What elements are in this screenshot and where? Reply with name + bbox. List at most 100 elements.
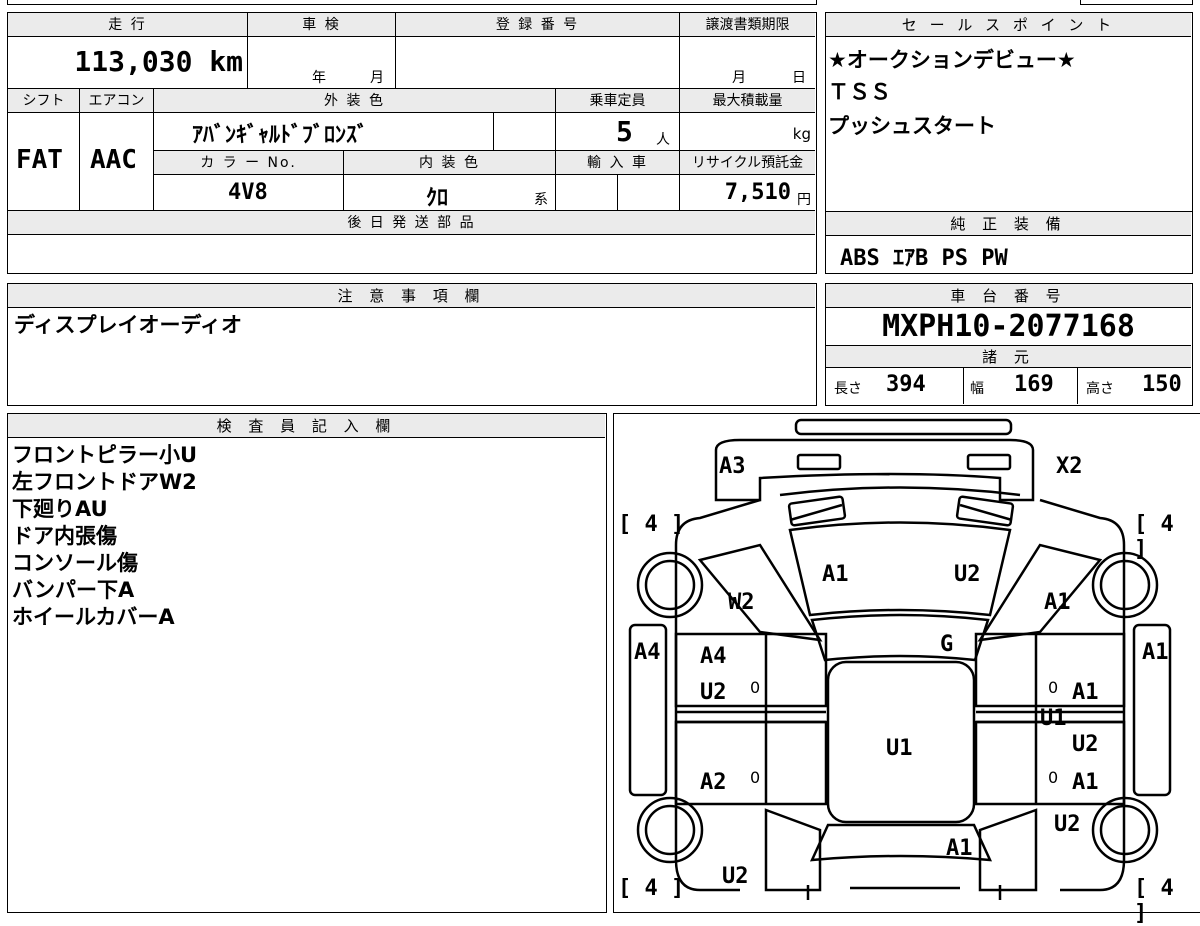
mark-w2: W2 xyxy=(728,590,755,615)
front-light-right xyxy=(966,453,1011,470)
tire-mark-rear-left: [ 4 ] xyxy=(618,876,685,901)
capacity-unit: 人 xyxy=(656,132,670,148)
mark-rear-u2: U2 xyxy=(722,864,749,889)
inspector-box: 検 査 員 記 入 欄 フロントピラー小U 左フロントドアW2 下廻りAU ドア… xyxy=(7,413,607,913)
interior-color-label: 内 装 色 xyxy=(344,151,556,175)
spec-width: 幅 169 xyxy=(964,368,1078,404)
mark-pillar-u1: U1 xyxy=(1040,706,1067,731)
right-rear-door xyxy=(974,720,1125,805)
mileage-value: 113,030 km xyxy=(8,37,248,89)
registration-label: 登 録 番 号 xyxy=(396,13,680,37)
capacity-value: 5 人 xyxy=(556,113,680,151)
max-load-value: kg xyxy=(680,113,815,151)
right-rear-quarter xyxy=(978,807,1037,891)
recycle-value: 7,510 円 xyxy=(680,175,815,211)
damage-diagram: A3 X2 [ 4 ] [ 4 ] A1 U2 W2 A1 G A4 A1 A4… xyxy=(613,413,1200,926)
mark-right-fender-a1: A1 xyxy=(1044,590,1071,615)
mark-right-skirt-a1: A1 xyxy=(1142,640,1169,665)
equipment-box: 純 正 装 備 ABS ｴｱB PS PW xyxy=(825,212,1193,274)
interior-color-value: ｸﾛ 系 xyxy=(344,175,556,211)
aircon-label: エアコン xyxy=(80,89,154,113)
front-light-left xyxy=(796,453,841,470)
tire-rear-left xyxy=(636,796,703,863)
shift-value: FAT xyxy=(8,113,80,211)
transfer-day-unit: 日 xyxy=(792,70,806,86)
inspector-label: 検 査 員 記 入 欄 xyxy=(8,414,605,438)
mark-left-skirt-a4: A4 xyxy=(634,640,661,665)
import-value xyxy=(556,175,618,211)
sales-points-label: セ ー ル ス ポ イ ン ト xyxy=(826,13,1191,37)
inspector-line-3: 下廻りAU xyxy=(12,497,108,521)
sales-point-3: プッシュスタート xyxy=(828,114,996,138)
registration-value xyxy=(396,37,680,89)
tire-rear-left-inner xyxy=(644,804,695,855)
mark-hood-u2: U2 xyxy=(954,562,981,587)
color-no-value: 4V8 xyxy=(154,175,344,211)
inspection-label: 車 検 xyxy=(248,13,396,37)
tire-mark-rear-right: [ 4 ] xyxy=(1134,876,1174,926)
spec-width-value: 169 xyxy=(1014,372,1054,397)
recycle-unit: 円 xyxy=(797,192,811,208)
tire-front-left xyxy=(636,551,703,618)
windshield xyxy=(809,613,990,661)
grille-2 xyxy=(789,503,1012,521)
inspection-month-unit: 月 xyxy=(370,70,384,86)
import-label: 輸 入 車 xyxy=(556,151,680,175)
inspector-line-7: ホイールカバーA xyxy=(12,605,175,629)
top-edge-strip xyxy=(7,0,817,5)
left-fender xyxy=(697,543,822,642)
transfer-deadline-value: 月 日 xyxy=(680,37,815,89)
import-value-2 xyxy=(618,175,680,211)
mark-front-right-door-a1: A1 xyxy=(1072,680,1099,705)
sales-point-1: ★オークションデビュー★ xyxy=(828,48,1076,72)
mark-front-left-door-a4: A4 xyxy=(700,644,727,669)
chassis-number: MXPH10-2077168 xyxy=(826,308,1191,346)
spec-width-label: 幅 xyxy=(970,381,984,397)
inspector-line-2: 左フロントドアW2 xyxy=(12,470,197,494)
exterior-color-value: ｱﾊﾞﾝｷﾞｬﾙﾄﾞﾌﾞﾛﾝｽﾞ xyxy=(154,113,494,151)
mark-zero-4: 0 xyxy=(1048,768,1059,787)
notes-box: 注 意 事 項 欄 ディスプレイオーディオ xyxy=(7,283,817,406)
spec-length-value: 394 xyxy=(886,372,926,397)
spec-length: 長さ 394 xyxy=(826,368,964,404)
mark-zero-3: 0 xyxy=(750,768,761,787)
mark-rear-left-door-a2: A2 xyxy=(700,770,727,795)
mark-roof-u1: U1 xyxy=(886,736,913,761)
spec-length-label: 長さ xyxy=(834,381,862,397)
aircon-value: AAC xyxy=(80,113,154,211)
capacity-label: 乗車定員 xyxy=(556,89,680,113)
equipment-label: 純 正 装 備 xyxy=(826,212,1191,236)
interior-color-suffix: 系 xyxy=(534,192,548,208)
color-no-label: カ ラ ー No. xyxy=(154,151,344,175)
mark-zero-2: 0 xyxy=(1048,678,1059,697)
mark-rear-right-door-a1: A1 xyxy=(1072,770,1099,795)
notes-label: 注 意 事 項 欄 xyxy=(8,284,815,308)
mileage-label: 走 行 xyxy=(8,13,248,37)
max-load-unit: kg xyxy=(792,125,811,143)
inspector-line-4: ドア内張傷 xyxy=(12,524,117,548)
mark-zero-1: 0 xyxy=(750,678,761,697)
mark-g: G xyxy=(940,632,954,657)
notes-value: ディスプレイオーディオ xyxy=(14,313,243,337)
mark-a3: A3 xyxy=(719,454,746,479)
vehicle-info-table: 走 行 車 検 登 録 番 号 譲渡書類期限 113,030 km 年 月 月 … xyxy=(7,12,817,274)
spec-height-label: 高さ xyxy=(1086,381,1114,397)
grille xyxy=(779,485,1020,496)
exterior-color-label: 外 装 色 xyxy=(154,89,556,113)
chassis-label: 車 台 番 号 xyxy=(826,284,1191,308)
tire-mark-front-left: [ 4 ] xyxy=(618,512,685,537)
spec-height: 高さ 150 xyxy=(1078,368,1191,404)
mark-x2: X2 xyxy=(1056,454,1083,479)
max-load-label: 最大積載量 xyxy=(680,89,815,113)
inspector-line-5: コンソール傷 xyxy=(12,551,138,575)
exterior-color-extra xyxy=(494,113,556,151)
inspection-value: 年 月 xyxy=(248,37,396,89)
inspection-year-unit: 年 xyxy=(312,70,326,86)
shift-label: シフト xyxy=(8,89,80,113)
sales-points-box: セ ー ル ス ポ イ ン ト ★オークションデビュー★ ＴＳＳ プッシュスター… xyxy=(825,12,1193,212)
left-rear-quarter xyxy=(764,807,821,891)
tire-mark-front-right: [ 4 ] xyxy=(1134,512,1174,562)
transfer-deadline-label: 譲渡書類期限 xyxy=(680,13,815,37)
mark-front-left-door-u2: U2 xyxy=(700,680,727,705)
spec-height-value: 150 xyxy=(1142,372,1182,397)
